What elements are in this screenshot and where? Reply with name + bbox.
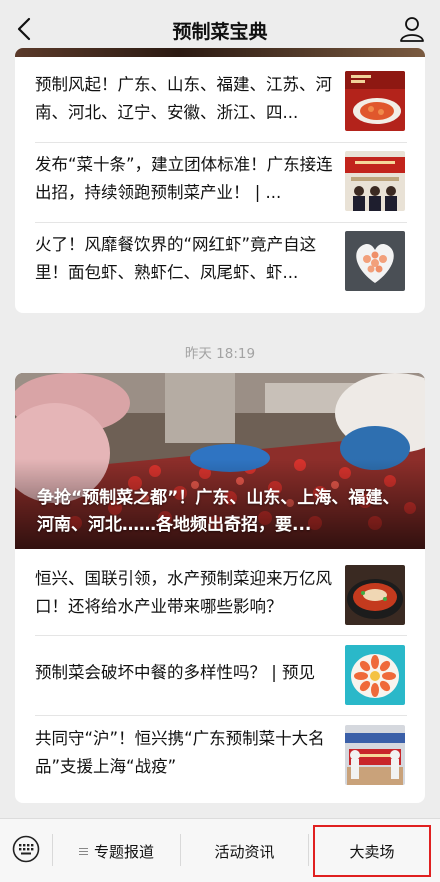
article-thumbnail [345,71,405,131]
article-title: 预制菜会破坏中餐的多样性吗？ | 预见 [35,663,316,682]
keyboard-icon[interactable] [12,835,40,863]
person-icon[interactable] [398,15,426,43]
page-title: 预制菜宝典 [172,21,268,43]
divider [35,715,407,716]
article-item[interactable]: 恒兴、国联引领，水产预制菜迎来万亿风口！还将给水产业带来哪些影响？ [35,565,407,645]
cover-article[interactable]: 争抢“预制菜之都”！广东、山东、上海、福建、河南、河北……各地频出奇招，要... [15,373,425,549]
divider [35,635,407,636]
menu-label: 专题报道 [93,842,154,861]
article-item[interactable]: 火了！风靡餐饮界的“网红虾”竟产自这里！面包虾、熟虾仁、凤尾虾、虾... [35,231,407,311]
article-thumbnail [345,565,405,625]
article-group-2: 争抢“预制菜之都”！广东、山东、上海、福建、河南、河北……各地频出奇招，要...… [15,373,425,803]
menu-label: 活动资讯 [214,842,275,861]
cover-headline: 争抢“预制菜之都”！广东、山东、上海、福建、河南、河北……各地频出奇招，要... [37,488,400,535]
menu-item-activities[interactable]: 活动资讯 [181,819,308,882]
divider [35,222,407,223]
menu-label: 大卖场 [349,842,395,861]
article-thumbnail [345,151,405,211]
divider [308,834,309,866]
article-item[interactable]: 预制风起！广东、山东、福建、江苏、河南、河北、辽宁、安徽、浙江、四... [35,71,407,151]
submenu-lines-icon [78,846,88,857]
article-title: 火了！风靡餐饮界的“网红虾”竟产自这里！面包虾、熟虾仁、凤尾虾、虾... [35,235,317,282]
message-timestamp: 昨天 18:19 [184,346,256,362]
article-group-1: 预制风起！广东、山东、福建、江苏、河南、河北、辽宁、安徽、浙江、四... 发布“… [15,48,425,313]
divider [35,142,407,143]
article-item[interactable]: 发布“菜十条”，建立团体标准！广东接连出招，持续领跑预制菜产业！ | ... [35,151,407,231]
menu-item-marketplace[interactable]: 大卖场 [313,825,431,877]
article-title: 恒兴、国联引领，水产预制菜迎来万亿风口！还将给水产业带来哪些影响？ [35,569,332,616]
article-item[interactable]: 预制菜会破坏中餐的多样性吗？ | 预见 [35,645,407,725]
menu-item-topics[interactable]: 专题报道 [53,819,180,882]
article-thumbnail [345,725,405,785]
article-thumbnail [345,231,405,291]
previous-cover-image[interactable] [15,48,425,57]
article-thumbnail [345,645,405,705]
article-item[interactable]: 共同守“沪”！恒兴携“广东预制菜十大名品”支援上海“战疫” [35,725,407,803]
article-title: 发布“菜十条”，建立团体标准！广东接连出招，持续领跑预制菜产业！ | ... [35,155,333,202]
bottom-menu-bar: 专题报道 活动资讯 大卖场 [0,818,440,882]
article-title: 共同守“沪”！恒兴携“广东预制菜十大名品”支援上海“战疫” [35,729,325,776]
article-title: 预制风起！广东、山东、福建、江苏、河南、河北、辽宁、安徽、浙江、四... [35,75,332,122]
